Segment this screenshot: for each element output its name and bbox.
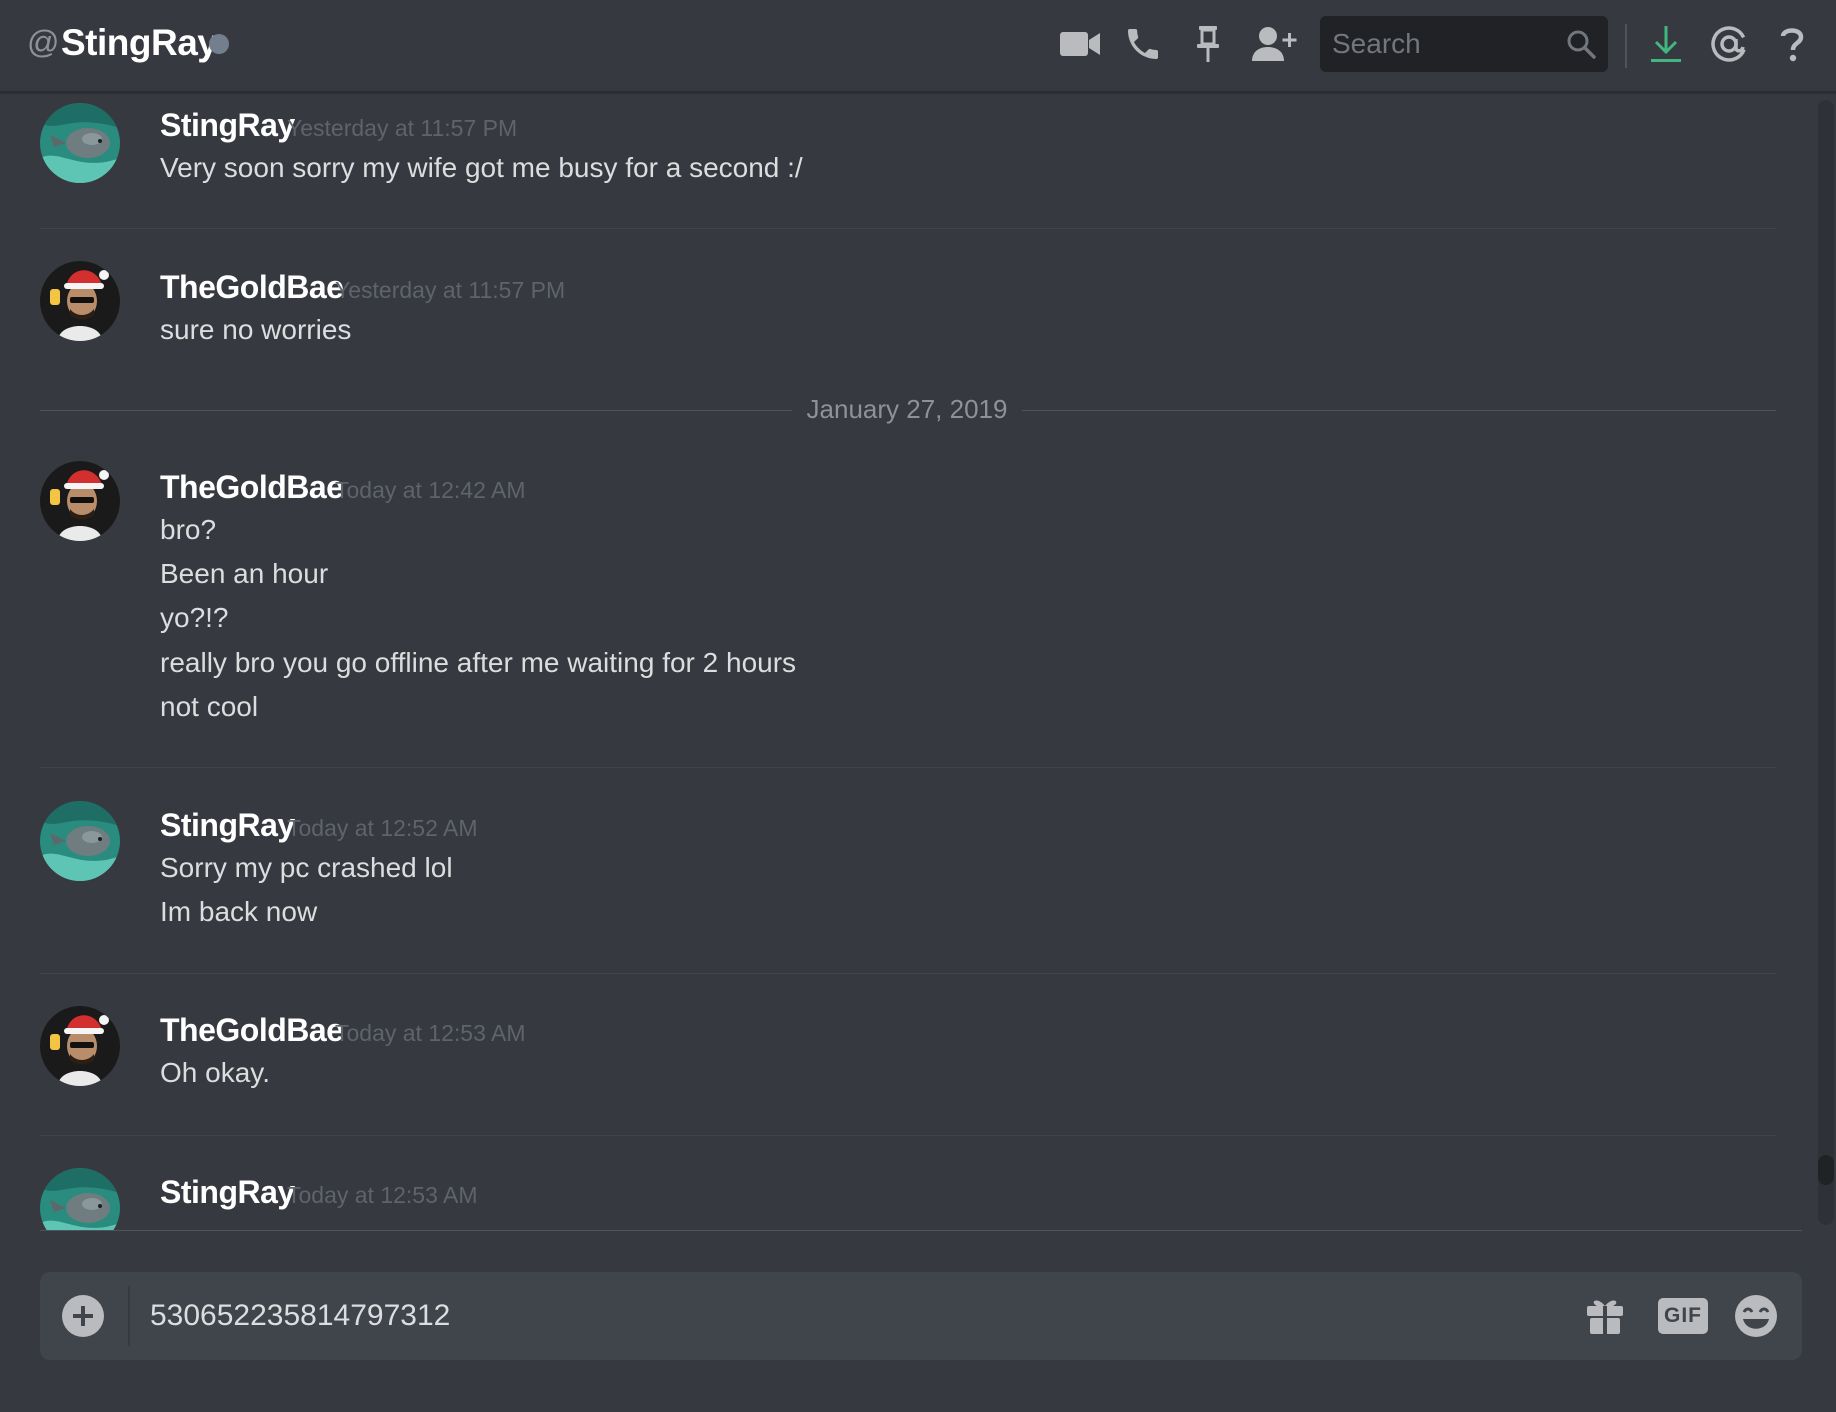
message-timestamp: Yesterday at 11:57 PM bbox=[287, 115, 518, 141]
message-text: really bro you go offline after me waiti… bbox=[160, 647, 797, 678]
message-separator bbox=[40, 973, 1776, 974]
message-author[interactable]: StingRay bbox=[160, 807, 295, 844]
message-text: yo?!? bbox=[160, 602, 229, 633]
status-offline-indicator bbox=[209, 34, 229, 54]
message-text: not cool bbox=[160, 691, 259, 722]
avatar-thegoldbae[interactable] bbox=[40, 1006, 120, 1086]
message-author[interactable]: StingRay bbox=[160, 107, 295, 144]
message-timestamp: Today at 12:53 AM bbox=[335, 1020, 526, 1046]
message-author[interactable]: StingRay bbox=[160, 1174, 295, 1211]
scrollbar-track[interactable] bbox=[1818, 100, 1834, 1225]
scrollbar-thumb[interactable] bbox=[1818, 1155, 1834, 1185]
message-separator bbox=[40, 228, 1776, 229]
message-timestamp: Today at 12:42 AM bbox=[335, 477, 526, 503]
message-text: Been an hour bbox=[160, 558, 329, 589]
avatar-stingray[interactable] bbox=[40, 103, 120, 183]
message-timestamp: Today at 12:53 AM bbox=[287, 1182, 478, 1208]
search-bar[interactable] bbox=[1320, 16, 1608, 72]
message-author[interactable]: TheGoldBae bbox=[160, 469, 344, 506]
emoji-icon[interactable] bbox=[1732, 1292, 1780, 1345]
message-list[interactable]: StingRay Yesterday at 11:57 PM Very soon… bbox=[0, 95, 1836, 1230]
date-divider-line-left bbox=[40, 410, 792, 411]
message-timestamp: Today at 12:52 AM bbox=[287, 815, 478, 841]
avatar-stingray[interactable] bbox=[40, 801, 120, 881]
composer-divider bbox=[128, 1286, 130, 1346]
search-input[interactable] bbox=[1320, 16, 1550, 72]
date-divider-line-right bbox=[1022, 410, 1776, 411]
message-text: Oh okay. bbox=[160, 1057, 270, 1088]
message-separator bbox=[40, 767, 1776, 768]
avatar-thegoldbae[interactable] bbox=[40, 261, 120, 341]
download-icon[interactable] bbox=[1642, 20, 1690, 68]
message-author[interactable]: TheGoldBae bbox=[160, 1012, 344, 1049]
channel-title: StingRay bbox=[61, 22, 218, 63]
voice-call-icon[interactable] bbox=[1119, 20, 1167, 68]
mention-icon[interactable] bbox=[1705, 20, 1753, 68]
message-text: bro? bbox=[160, 514, 217, 545]
channel-header: @ StingRay bbox=[0, 0, 1836, 93]
search-icon[interactable] bbox=[1566, 29, 1596, 64]
message-composer: GIF bbox=[40, 1272, 1802, 1360]
avatar-thegoldbae[interactable] bbox=[40, 461, 120, 541]
at-icon: @ bbox=[27, 24, 60, 60]
add-friend-icon[interactable] bbox=[1247, 20, 1303, 68]
message-list-bottom-border bbox=[40, 1230, 1802, 1231]
message-text: Im back now bbox=[160, 896, 318, 927]
gif-icon[interactable]: GIF bbox=[1658, 1298, 1708, 1334]
add-attachment-icon[interactable] bbox=[62, 1295, 104, 1337]
video-call-icon[interactable] bbox=[1056, 20, 1104, 68]
message-input[interactable] bbox=[150, 1272, 1600, 1360]
date-divider: January 27, 2019 bbox=[806, 394, 1008, 424]
message-text: sure no worries bbox=[160, 314, 352, 345]
message-author[interactable]: TheGoldBae bbox=[160, 269, 344, 306]
message-separator bbox=[40, 1135, 1776, 1136]
header-divider bbox=[1625, 24, 1627, 68]
help-icon[interactable] bbox=[1768, 20, 1816, 68]
message-text: Sorry my pc crashed lol bbox=[160, 852, 453, 883]
message-timestamp: Yesterday at 11:57 PM bbox=[335, 277, 566, 303]
gift-icon[interactable] bbox=[1585, 1294, 1625, 1341]
avatar-stingray[interactable] bbox=[40, 1168, 120, 1230]
pin-icon[interactable] bbox=[1184, 20, 1232, 68]
message-text: Very soon sorry my wife got me busy for … bbox=[160, 152, 803, 183]
